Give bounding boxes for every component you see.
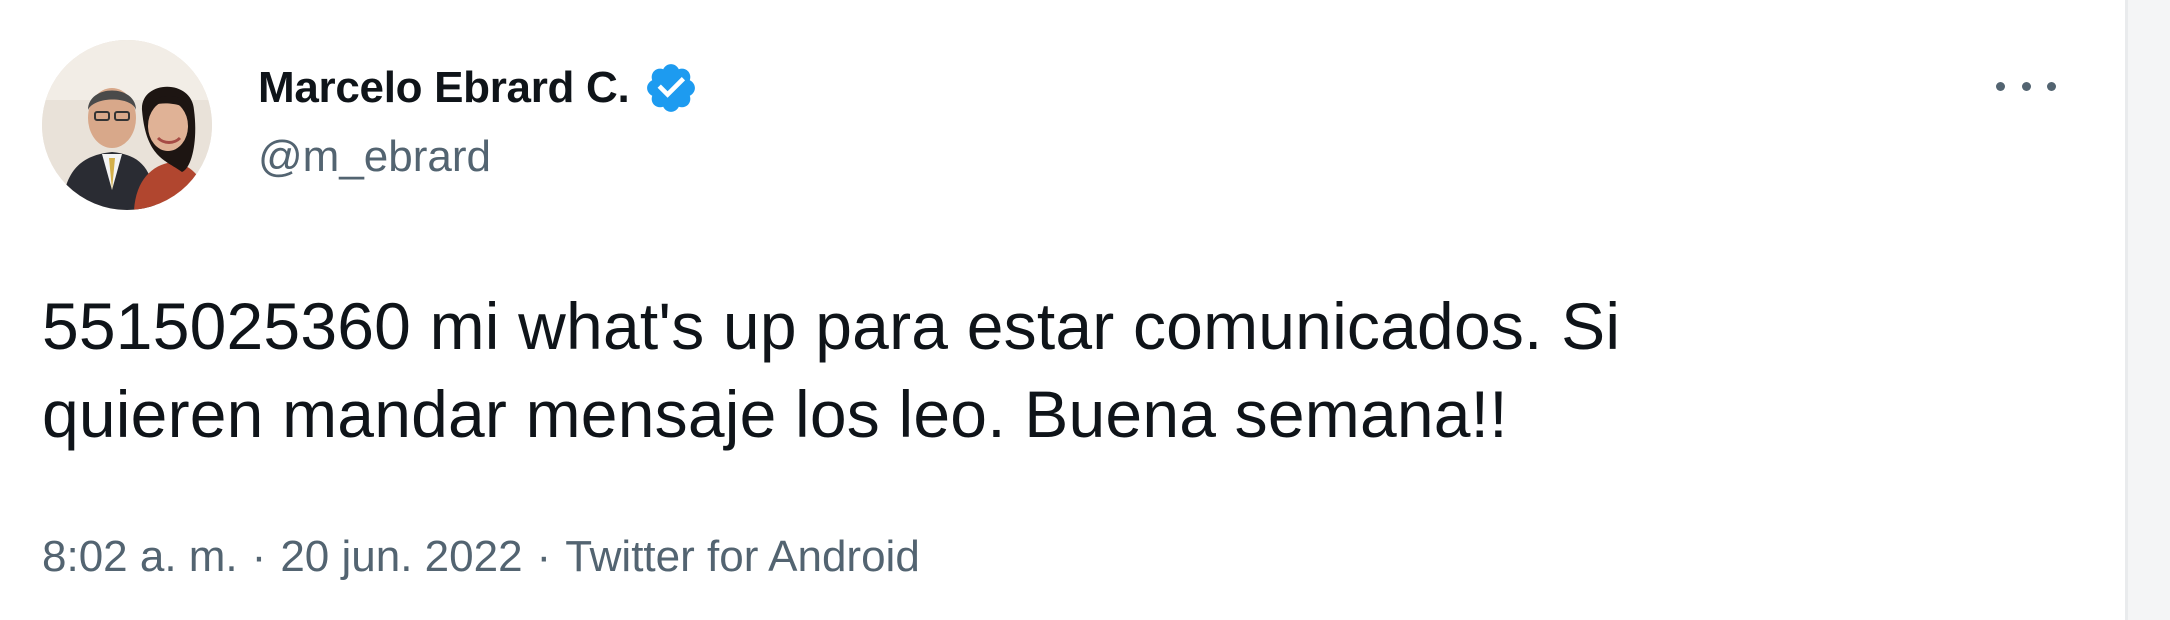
author-name-row[interactable]: Marcelo Ebrard C. — [258, 60, 699, 116]
more-horizontal-icon-dot — [2021, 81, 2031, 91]
tweet-source[interactable]: Twitter for Android — [565, 532, 920, 582]
tweet-text-line: quieren mandar mensaje los leo. Buena se… — [42, 377, 1508, 451]
more-horizontal-icon — [1996, 81, 2005, 91]
more-horizontal-icon-dot — [2047, 81, 2056, 91]
tweet-date[interactable]: 20 jun. 2022 — [280, 532, 522, 582]
avatar[interactable] — [42, 40, 212, 210]
meta-separator: · — [536, 532, 552, 581]
tweet-text-line: 5515025360 mi what's up para estar comun… — [42, 289, 1621, 363]
meta-separator: · — [251, 532, 267, 581]
author-handle[interactable]: @m_ebrard — [258, 132, 491, 182]
tweet-meta: 8:02 a. m. · 20 jun. 2022 · Twitter for … — [42, 532, 920, 582]
tweet-card: Marcelo Ebrard C. @m_ebrard 5515025360 m… — [0, 0, 2170, 620]
more-options-button[interactable] — [1996, 66, 2056, 106]
author-display-name[interactable]: Marcelo Ebrard C. — [258, 63, 630, 113]
tweet-text: 5515025360 mi what's up para estar comun… — [42, 282, 2082, 458]
verified-badge-icon — [647, 64, 696, 112]
profile-photo — [42, 40, 212, 210]
scrollbar-track[interactable] — [2125, 0, 2170, 620]
tweet-time[interactable]: 8:02 a. m. — [42, 532, 238, 582]
